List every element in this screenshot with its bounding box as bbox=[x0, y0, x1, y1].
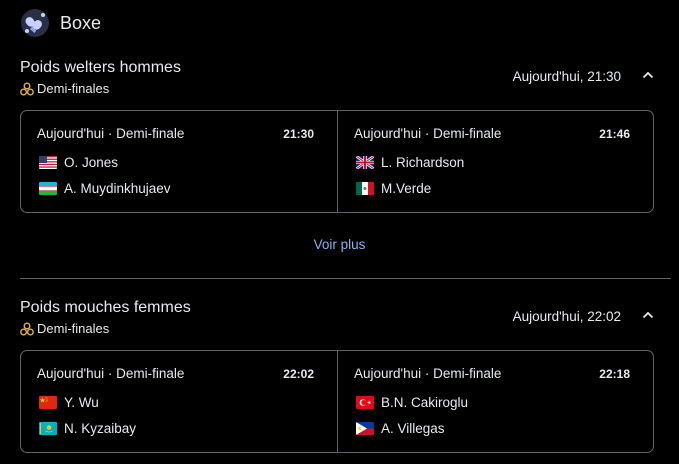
player-name: A. Villegas bbox=[381, 420, 445, 436]
match-time: 22:18 bbox=[599, 367, 630, 381]
chevron-up-icon[interactable] bbox=[641, 308, 655, 322]
sport-header: Boxe bbox=[20, 8, 101, 38]
round-label: Demi-finales bbox=[37, 321, 110, 336]
match-card[interactable]: Aujourd'hui · Demi-finale 21:30 O. Jones bbox=[21, 111, 337, 212]
player-name: M.Verde bbox=[381, 180, 432, 196]
mexico-flag-icon bbox=[356, 181, 374, 195]
match-card[interactable]: Aujourd'hui · Demi-finale 21:46 L. Richa… bbox=[337, 111, 653, 212]
uk-flag-icon bbox=[356, 155, 374, 169]
player-name: B.N. Cakiroglu bbox=[381, 394, 469, 410]
player-row: L. Richardson bbox=[356, 153, 464, 171]
match-header: Aujourd'hui · Demi-finale bbox=[37, 126, 185, 141]
chevron-up-icon[interactable] bbox=[641, 68, 655, 82]
medal-icon bbox=[20, 82, 34, 96]
section-title: Poids mouches femmes bbox=[20, 299, 191, 316]
player-row: O. Jones bbox=[39, 153, 118, 171]
match-time: 21:30 bbox=[283, 127, 314, 141]
player-name: Y. Wu bbox=[64, 394, 99, 410]
section-subtitle: Demi-finales bbox=[20, 81, 109, 96]
section-title: Poids welters hommes bbox=[20, 59, 181, 76]
player-name: O. Jones bbox=[64, 154, 119, 170]
philippines-flag-icon bbox=[356, 421, 374, 435]
section-time: Aujourd'hui, 21:30 bbox=[512, 69, 621, 84]
uzbekistan-flag-icon bbox=[39, 181, 57, 195]
match-card[interactable]: Aujourd'hui · Demi-finale 22:02 Y. Wu N.… bbox=[21, 351, 337, 452]
match-header: Aujourd'hui · Demi-finale bbox=[354, 366, 502, 381]
medal-icon bbox=[20, 322, 34, 336]
player-row: B.N. Cakiroglu bbox=[356, 393, 468, 411]
player-row: A. Muydinkhujaev bbox=[39, 179, 171, 197]
matches-card: Aujourd'hui · Demi-finale 22:02 Y. Wu N.… bbox=[20, 350, 654, 453]
kazakhstan-flag-icon bbox=[39, 421, 57, 435]
match-time: 22:02 bbox=[283, 367, 314, 381]
page-title: Boxe bbox=[60, 12, 102, 33]
player-row: A. Villegas bbox=[356, 419, 445, 437]
round-label: Demi-finales bbox=[37, 81, 110, 96]
section-subtitle: Demi-finales bbox=[20, 321, 109, 336]
player-name: A. Muydinkhujaev bbox=[64, 180, 171, 196]
player-name: N. Kyzaibay bbox=[64, 420, 137, 436]
player-row: M.Verde bbox=[356, 179, 431, 197]
usa-flag-icon bbox=[39, 155, 57, 169]
see-more-link[interactable]: Voir plus bbox=[0, 237, 679, 252]
player-name: L. Richardson bbox=[381, 154, 465, 170]
match-time: 21:46 bbox=[599, 127, 630, 141]
match-card[interactable]: Aujourd'hui · Demi-finale 22:18 B.N. Cak… bbox=[337, 351, 653, 452]
match-header: Aujourd'hui · Demi-finale bbox=[37, 366, 185, 381]
section-divider bbox=[20, 278, 671, 279]
section-time: Aujourd'hui, 22:02 bbox=[512, 309, 621, 324]
player-row: Y. Wu bbox=[39, 393, 99, 411]
china-flag-icon bbox=[39, 395, 57, 409]
boxing-gloves-icon bbox=[21, 9, 49, 37]
player-row: N. Kyzaibay bbox=[39, 419, 136, 437]
turkey-flag-icon bbox=[356, 395, 374, 409]
match-header: Aujourd'hui · Demi-finale bbox=[354, 126, 502, 141]
matches-card: Aujourd'hui · Demi-finale 21:30 O. Jones bbox=[20, 110, 654, 213]
